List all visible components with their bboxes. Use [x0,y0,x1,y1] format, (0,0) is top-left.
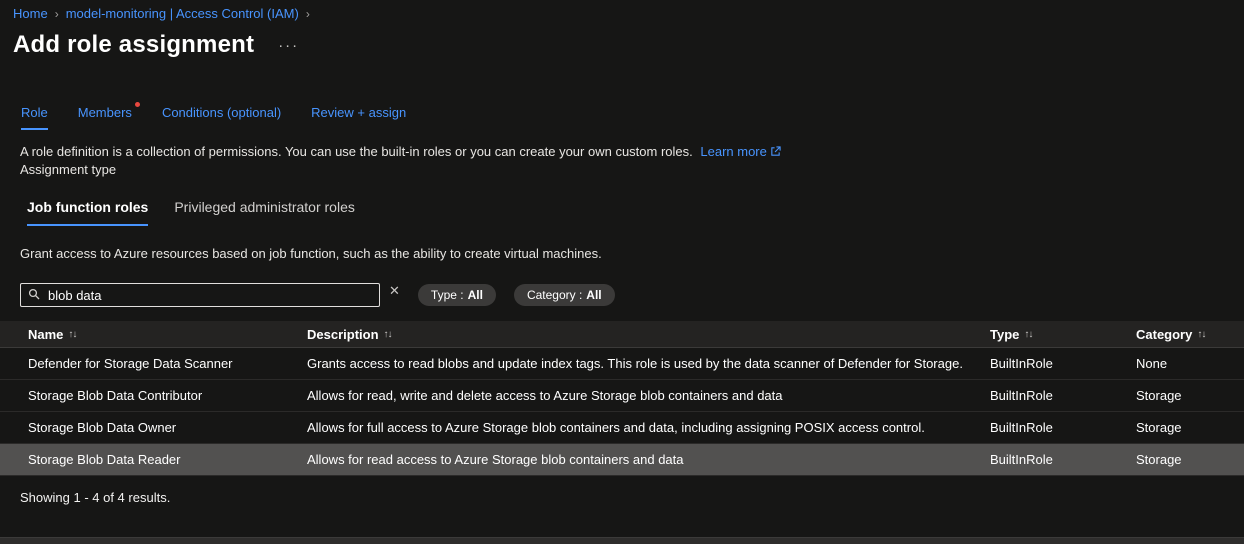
type-filter-pill[interactable]: Type : All [418,284,496,306]
role-description: Allows for read access to Azure Storage … [307,452,990,467]
table-header-row: Name ↑↓ Description ↑↓ Type ↑↓ Category ↑↓ [0,321,1244,348]
role-name: Storage Blob Data Owner [0,420,307,435]
role-category: Storage [1136,420,1244,435]
table-row[interactable]: Storage Blob Data Contributor Allows for… [0,380,1244,412]
filter-toolbar: ✕ Type : All Category : All [20,283,1244,307]
column-header-description[interactable]: Description ↑↓ [307,327,990,342]
column-label: Name [28,327,63,342]
role-name: Defender for Storage Data Scanner [0,356,307,371]
sort-arrows-icon: ↑↓ [1024,329,1032,340]
role-type: BuiltInRole [990,420,1136,435]
role-category: Storage [1136,388,1244,403]
role-type: BuiltInRole [990,356,1136,371]
tab-conditions[interactable]: Conditions (optional) [162,105,281,130]
column-header-type[interactable]: Type ↑↓ [990,327,1136,342]
role-definition-intro: A role definition is a collection of per… [20,144,1244,159]
tab-job-function-roles[interactable]: Job function roles [27,199,148,226]
tab-label: Role [21,105,48,120]
search-box [20,283,380,307]
horizontal-scrollbar[interactable] [0,537,1244,544]
tab-role[interactable]: Role [21,105,48,130]
unsaved-changes-dot-icon [135,102,140,107]
role-category: Storage [1136,452,1244,467]
tab-label: Members [78,105,132,120]
roles-table: Name ↑↓ Description ↑↓ Type ↑↓ Category ↑↓ D… [0,321,1244,476]
intro-text: A role definition is a collection of per… [20,144,693,159]
assignment-type-label: Assignment type [20,162,1244,177]
breadcrumb-resource-link[interactable]: model-monitoring | Access Control (IAM) [66,6,299,21]
chevron-right-icon: › [306,7,310,21]
breadcrumb-home-link[interactable]: Home [13,6,48,21]
role-description: Allows for read, write and delete access… [307,388,990,403]
table-row[interactable]: Defender for Storage Data Scanner Grants… [0,348,1244,380]
role-description: Grants access to read blobs and update i… [307,356,990,371]
filter-value: All [468,288,483,302]
column-label: Type [990,327,1019,342]
role-type: BuiltInRole [990,388,1136,403]
tab-label: Review + assign [311,105,406,120]
sort-arrows-icon: ↑↓ [384,329,392,340]
column-header-category[interactable]: Category ↑↓ [1136,327,1244,342]
column-header-name[interactable]: Name ↑↓ [0,327,307,342]
role-type-tab-bar: Job function roles Privileged administra… [27,199,1244,226]
tab-label: Conditions (optional) [162,105,281,120]
role-description: Allows for full access to Azure Storage … [307,420,990,435]
role-type: BuiltInRole [990,452,1136,467]
filter-label: Category : [527,288,582,302]
learn-more-link[interactable]: Learn more [700,144,780,159]
external-link-icon [770,146,781,157]
breadcrumb: Home › model-monitoring | Access Control (… [0,0,1244,21]
role-category: None [1136,356,1244,371]
add-role-assignment-page: Home › model-monitoring | Access Control (… [0,0,1244,505]
table-row[interactable]: Storage Blob Data Owner Allows for full … [0,412,1244,444]
filter-value: All [586,288,601,302]
tab-bar: Role Members Conditions (optional) Revie… [21,105,1244,130]
search-icon [28,288,40,300]
clear-search-icon[interactable]: ✕ [389,283,400,299]
filter-label: Type : [431,288,464,302]
more-menu-icon[interactable]: ··· [278,37,299,54]
tab-privileged-administrator-roles[interactable]: Privileged administrator roles [174,199,355,226]
grant-access-description: Grant access to Azure resources based on… [20,246,1244,261]
column-label: Description [307,327,379,342]
chevron-right-icon: › [55,7,59,21]
tab-members[interactable]: Members [78,105,132,130]
sort-arrows-icon: ↑↓ [68,329,76,340]
category-filter-pill[interactable]: Category : All [514,284,615,306]
role-name: Storage Blob Data Reader [0,452,307,467]
results-count: Showing 1 - 4 of 4 results. [20,490,1244,505]
tab-review-assign[interactable]: Review + assign [311,105,406,130]
table-row-selected[interactable]: Storage Blob Data Reader Allows for read… [0,444,1244,476]
page-title: Add role assignment [13,31,254,59]
learn-more-label: Learn more [700,144,766,159]
role-name: Storage Blob Data Contributor [0,388,307,403]
page-header: Add role assignment ··· [0,21,1244,59]
sort-arrows-icon: ↑↓ [1197,329,1205,340]
column-label: Category [1136,327,1192,342]
search-input[interactable] [20,283,380,307]
